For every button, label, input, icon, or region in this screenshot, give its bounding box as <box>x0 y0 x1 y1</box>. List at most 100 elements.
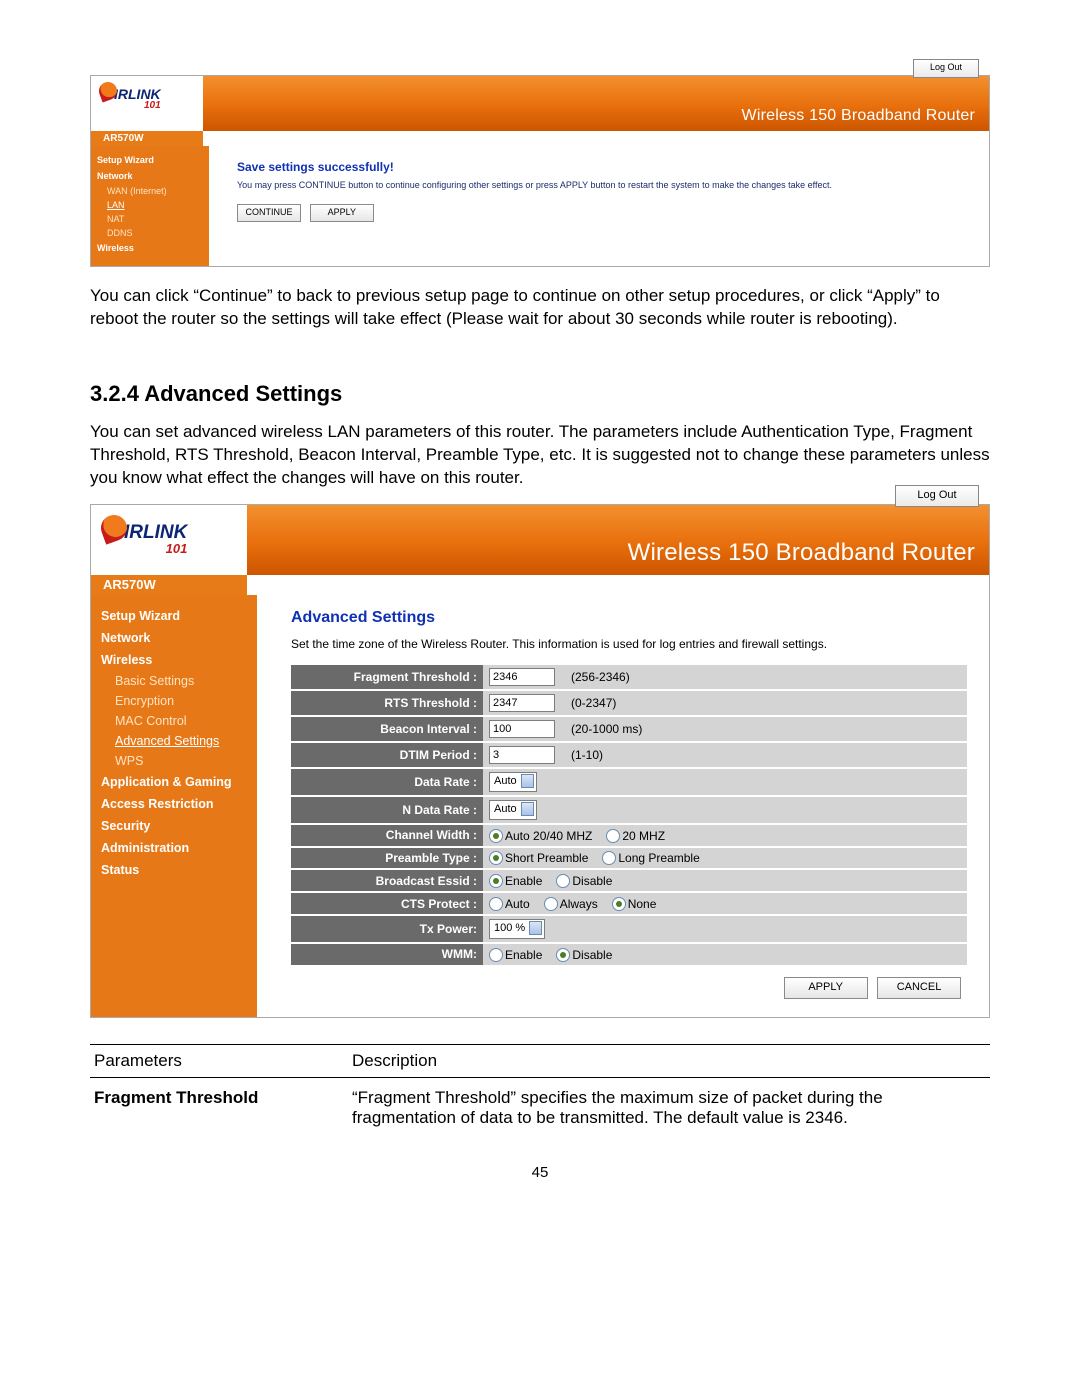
param-desc: “Fragment Threshold” specifies the maxim… <box>348 1077 990 1128</box>
sidebar-item[interactable]: Network <box>101 627 257 649</box>
radio-label: Long Preamble <box>618 851 699 865</box>
setting-value: 100(20-1000 ms) <box>483 716 967 742</box>
setting-label: Broadcast Essid : <box>291 869 483 892</box>
sidebar: Setup WizardNetworkWirelessBasic Setting… <box>91 595 257 1017</box>
sidebar-item[interactable]: Status <box>101 859 257 881</box>
save-title: Save settings successfully! <box>237 160 975 174</box>
sidebar-item[interactable]: Basic Settings <box>101 671 257 691</box>
radio-option[interactable] <box>489 874 503 888</box>
parameter-table: Parameters Description Fragment Threshol… <box>90 1044 990 1128</box>
sidebar-item[interactable]: Wireless <box>101 649 257 671</box>
radio-option[interactable] <box>556 948 570 962</box>
radio-option[interactable] <box>606 829 620 843</box>
save-hint: You may press CONTINUE button to continu… <box>237 180 975 190</box>
radio-label: Auto 20/40 MHZ <box>505 829 592 843</box>
sidebar-item[interactable]: Network <box>97 168 209 184</box>
sidebar-item[interactable]: DDNS <box>97 226 209 240</box>
setting-label: DTIM Period : <box>291 742 483 768</box>
setting-value: 100 % <box>483 915 967 943</box>
sidebar-item[interactable]: Application & Gaming <box>101 771 257 793</box>
col-parameters: Parameters <box>90 1044 348 1077</box>
range-note: (0-2347) <box>571 696 616 710</box>
setting-label: Preamble Type : <box>291 847 483 870</box>
logo: IRLINK101 <box>91 76 203 131</box>
content: Advanced Settings Set the time zone of t… <box>257 595 989 1017</box>
content: Save settings successfully! You may pres… <box>209 146 989 266</box>
radio-option[interactable] <box>544 897 558 911</box>
continue-button[interactable]: CONTINUE <box>237 204 301 222</box>
text-input[interactable]: 3 <box>489 746 555 764</box>
router-save-panel: IRLINK101 Log Out Wireless 150 Broadband… <box>90 75 990 267</box>
sidebar-item[interactable]: Setup Wizard <box>97 152 209 168</box>
cancel-button[interactable]: CANCEL <box>877 977 961 999</box>
text-input[interactable]: 2346 <box>489 668 555 686</box>
panel-header: IRLINK101 Log Out Wireless 150 Broadband… <box>91 76 989 131</box>
router-advanced-panel: IRLINK101 Log Out Wireless 150 Broadband… <box>90 504 990 1018</box>
sidebar-item[interactable]: LAN <box>97 198 209 212</box>
doc-paragraph-2: You can set advanced wireless LAN parame… <box>90 421 990 490</box>
radio-label: Auto <box>505 897 530 911</box>
radio-label: Disable <box>572 948 612 962</box>
setting-row: Broadcast Essid :EnableDisable <box>291 869 967 892</box>
setting-label: CTS Protect : <box>291 892 483 915</box>
text-input[interactable]: 2347 <box>489 694 555 712</box>
sidebar-item[interactable]: Wireless <box>97 240 209 256</box>
range-note: (1-10) <box>571 748 603 762</box>
select-input[interactable]: 100 % <box>489 919 545 939</box>
setting-row: DTIM Period : 3 (1-10) <box>291 742 967 768</box>
radio-option[interactable] <box>489 897 503 911</box>
doc-paragraph-1: You can click “Continue” to back to prev… <box>90 285 990 331</box>
col-description: Description <box>348 1044 990 1077</box>
setting-value: Auto 20/40 MHZ 20 MHZ <box>483 824 967 847</box>
sidebar-item[interactable]: Administration <box>101 837 257 859</box>
setting-label: WMM: <box>291 943 483 966</box>
sidebar: Setup WizardNetworkWAN (Internet)LANNATD… <box>91 146 209 266</box>
sidebar-item[interactable]: Encryption <box>101 691 257 711</box>
sidebar-item[interactable]: Security <box>101 815 257 837</box>
setting-value: Short PreambleLong Preamble <box>483 847 967 870</box>
setting-value: AutoAlwaysNone <box>483 892 967 915</box>
apply-button[interactable]: APPLY <box>784 977 868 999</box>
sidebar-item[interactable]: NAT <box>97 212 209 226</box>
setting-label: N Data Rate : <box>291 796 483 824</box>
radio-label: None <box>628 897 657 911</box>
sidebar-item[interactable]: MAC Control <box>101 711 257 731</box>
radio-option[interactable] <box>489 829 503 843</box>
logout-button[interactable]: Log Out <box>895 485 979 507</box>
radio-label: 20 MHZ <box>622 829 665 843</box>
panel-header: IRLINK101 Log Out Wireless 150 Broadband… <box>91 505 989 575</box>
setting-value: 3 (1-10) <box>483 742 967 768</box>
text-input[interactable]: 100 <box>489 720 555 738</box>
section-hint: Set the time zone of the Wireless Router… <box>291 637 967 651</box>
logout-button[interactable]: Log Out <box>913 59 979 78</box>
sidebar-item[interactable]: WPS <box>101 751 257 771</box>
setting-label: Fragment Threshold : <box>291 665 483 690</box>
setting-value: EnableDisable <box>483 869 967 892</box>
sidebar-item[interactable]: Advanced Settings <box>101 731 257 751</box>
setting-label: Data Rate : <box>291 768 483 796</box>
setting-value: 2346 (256-2346) <box>483 665 967 690</box>
model-strip: AR570W <box>91 575 247 595</box>
radio-option[interactable] <box>556 874 570 888</box>
radio-option[interactable] <box>602 851 616 865</box>
radio-option[interactable] <box>489 948 503 962</box>
sidebar-item[interactable]: WAN (Internet) <box>97 184 209 198</box>
setting-row: RTS Threshold : 2347 (0-2347) <box>291 690 967 716</box>
setting-value: 2347 (0-2347) <box>483 690 967 716</box>
header-bar: Log Out Wireless 150 Broadband Router <box>203 76 989 131</box>
setting-row: Beacon Interval :100(20-1000 ms) <box>291 716 967 742</box>
select-input[interactable]: Auto <box>489 800 537 820</box>
select-input[interactable]: Auto <box>489 772 537 792</box>
radio-option[interactable] <box>612 897 626 911</box>
product-title: Wireless 150 Broadband Router <box>628 539 975 567</box>
setting-row: Data Rate : Auto <box>291 768 967 796</box>
setting-label: RTS Threshold : <box>291 690 483 716</box>
radio-option[interactable] <box>489 851 503 865</box>
sidebar-item[interactable]: Access Restriction <box>101 793 257 815</box>
section-title: Advanced Settings <box>291 609 967 627</box>
sidebar-item[interactable]: Setup Wizard <box>101 605 257 627</box>
page-number: 45 <box>90 1164 990 1181</box>
setting-value: EnableDisable <box>483 943 967 966</box>
range-note: (256-2346) <box>571 670 630 684</box>
apply-button[interactable]: APPLY <box>310 204 374 222</box>
